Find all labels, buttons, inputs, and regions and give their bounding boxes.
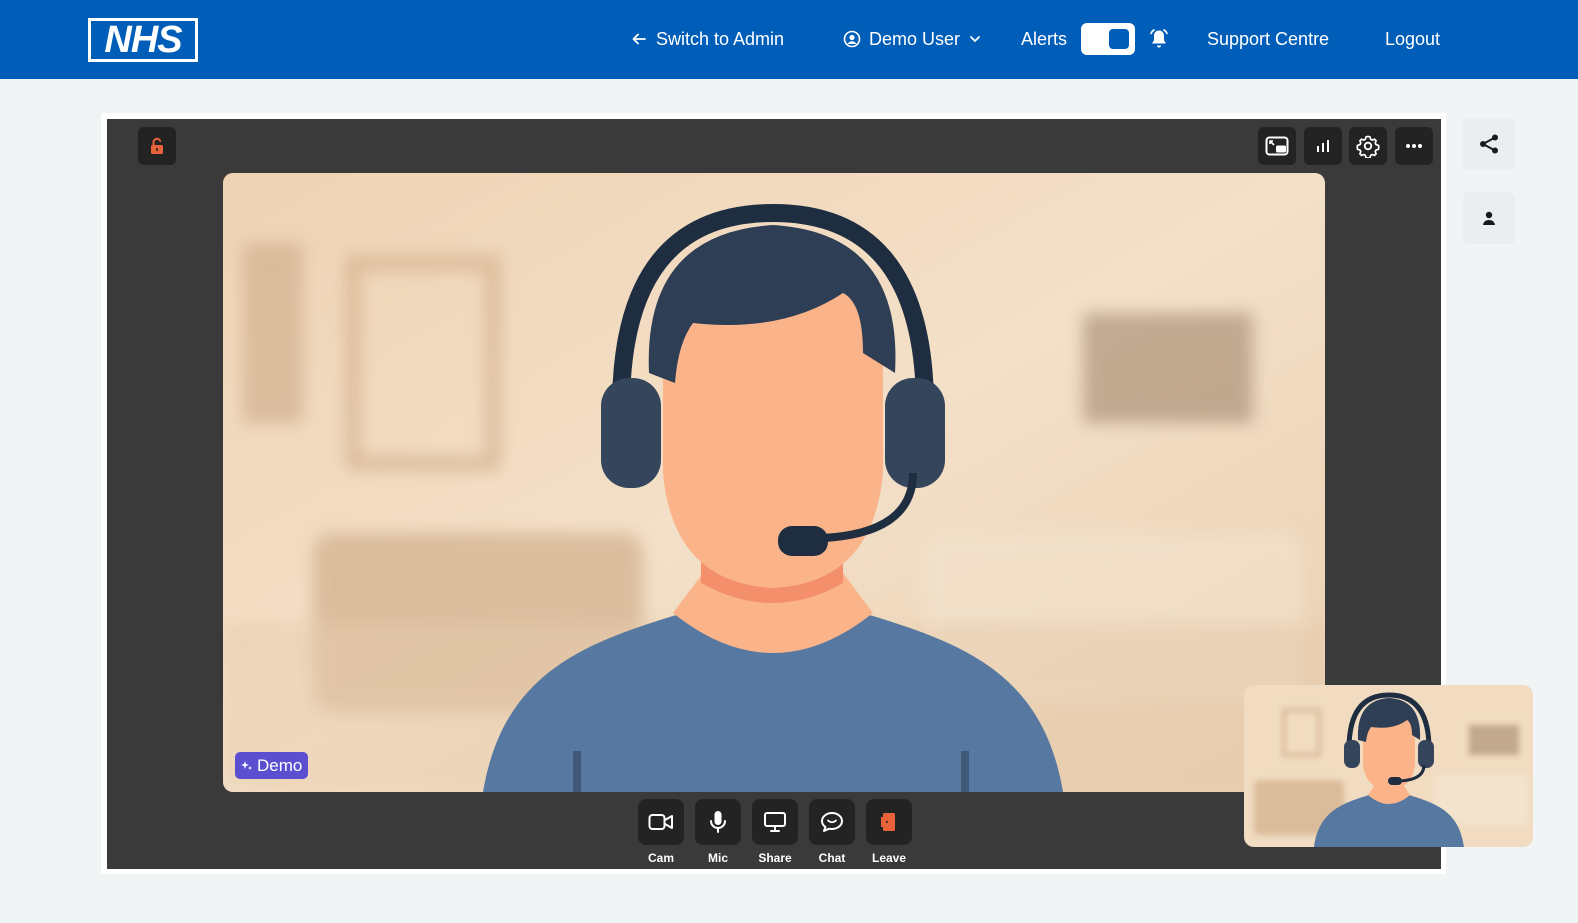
user-circle-icon (843, 30, 861, 48)
support-centre-link[interactable]: Support Centre (1207, 26, 1329, 52)
user-menu[interactable]: Demo User (843, 26, 982, 52)
person-icon (1483, 211, 1495, 225)
alerts-toggle[interactable] (1081, 23, 1135, 55)
nhs-logo[interactable]: NHS (88, 18, 198, 62)
share-link-button[interactable] (1463, 118, 1515, 170)
camera-button[interactable] (638, 799, 684, 845)
chat-label: Chat (818, 851, 846, 865)
settings-button[interactable] (1349, 127, 1387, 165)
chat-icon (821, 812, 843, 832)
leave-label: Leave (871, 851, 907, 865)
nhs-logo-text: NHS (91, 21, 195, 59)
room-lock-button[interactable] (138, 127, 176, 165)
microphone-button[interactable] (695, 799, 741, 845)
screen-share-button[interactable] (752, 799, 798, 845)
participant-avatar-illustration (223, 173, 1325, 792)
signal-stats-icon (1317, 140, 1329, 152)
switch-to-admin-link[interactable]: Switch to Admin (630, 26, 784, 52)
microphone-label: Mic (707, 851, 728, 865)
self-view-avatar-illustration (1244, 685, 1533, 847)
logout-link[interactable]: Logout (1385, 26, 1440, 52)
sparkle-icon (241, 760, 252, 770)
camera-label: Cam (647, 851, 674, 865)
participant-name: Demo (257, 756, 303, 775)
leave-door-icon (881, 813, 895, 831)
self-view-pip[interactable] (1244, 685, 1533, 847)
screen-share-icon (764, 812, 786, 832)
bell-ringing-icon[interactable] (1147, 27, 1171, 51)
arrow-left-icon (632, 33, 646, 45)
participant-name-tag: Demo (235, 752, 309, 779)
leave-call-button[interactable] (866, 799, 912, 845)
settings-gear-icon (1356, 135, 1380, 158)
main-participant-video (223, 173, 1325, 792)
participants-button[interactable] (1463, 192, 1515, 244)
picture-in-picture-button[interactable] (1258, 127, 1296, 165)
more-options-icon (1406, 144, 1422, 148)
chevron-down-icon (970, 36, 980, 43)
alerts-label: Alerts (1021, 29, 1068, 49)
share-label: Share (758, 851, 792, 865)
user-name-label: Demo User (869, 29, 961, 49)
chat-button[interactable] (809, 799, 855, 845)
statistics-button[interactable] (1304, 127, 1342, 165)
switch-to-admin-label: Switch to Admin (656, 29, 785, 49)
microphone-icon (710, 811, 726, 833)
more-options-button[interactable] (1395, 127, 1433, 165)
alerts-toggle-knob (1109, 29, 1129, 49)
top-navigation-bar: NHS Switch to Admin Demo User Alerts Sup… (0, 0, 1578, 79)
unlocked-padlock-icon (151, 137, 163, 154)
share-icon (1480, 134, 1498, 154)
picture-in-picture-icon (1265, 136, 1289, 156)
camera-icon (648, 814, 673, 830)
